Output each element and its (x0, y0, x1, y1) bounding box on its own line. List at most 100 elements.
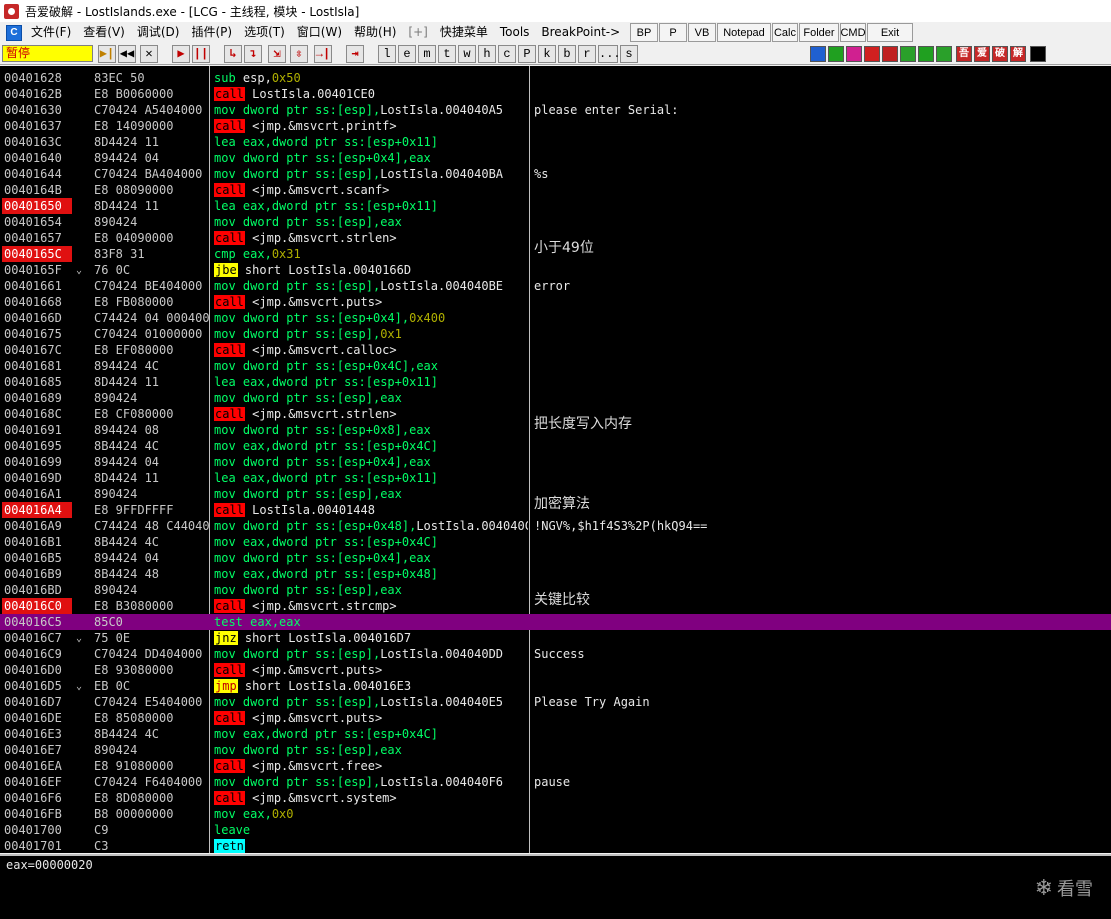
plugin-button-calc[interactable]: Calc (772, 23, 798, 42)
brand-icon-1[interactable]: 爱 (974, 46, 990, 62)
disasm-row[interactable]: 004016E7 890424 mov dword ptr ss:[esp],eax (0, 742, 1111, 758)
plugin-button-p[interactable]: P (659, 23, 687, 42)
step-over-button[interactable]: ↴ (244, 45, 262, 63)
system-menu-icon[interactable]: C (6, 24, 22, 41)
disasm-row[interactable]: 0040167C E8 EF080000 call <jmp.&msvcrt.cal… (0, 342, 1111, 358)
disasm-row[interactable]: 0040165F ⌄ 76 0C jbe short LostIsla.0040166… (0, 262, 1111, 278)
menu-item-5[interactable]: 窗口(W) (294, 22, 351, 43)
hex-icon[interactable] (900, 46, 916, 62)
menu-icon[interactable] (936, 46, 952, 62)
window-button-h[interactable]: h (478, 45, 496, 63)
disasm-row[interactable]: 004016C5 85C0 test eax,eax (0, 614, 1111, 630)
record-icon[interactable] (864, 46, 880, 62)
window-button-l[interactable]: l (378, 45, 396, 63)
trace-into-button[interactable]: ⇲ (268, 45, 286, 63)
disasm-row[interactable]: 00401644 C70424 BA404000 mov dword ptr ss:… (0, 166, 1111, 182)
disasm-row[interactable]: 0040163C 8D4424 11 lea eax,dword ptr ss:[e… (0, 134, 1111, 150)
run-button[interactable]: ▶ (172, 45, 190, 63)
pause-button[interactable]: || (192, 45, 210, 63)
execute-till-return-button[interactable]: →| (314, 45, 332, 63)
disasm-row[interactable]: 00401628 83EC 50 sub esp,0x50 (0, 70, 1111, 86)
plugin-button-exit[interactable]: Exit (867, 23, 913, 42)
brand-icon-0[interactable]: 吾 (956, 46, 972, 62)
window-button-c[interactable]: c (498, 45, 516, 63)
disasm-row[interactable]: 00401699 894424 04 mov dword ptr ss:[esp+0… (0, 454, 1111, 470)
disasm-row[interactable]: 00401685 8D4424 11 lea eax,dword ptr ss:[e… (0, 374, 1111, 390)
menu-item-8[interactable]: 快捷菜单 (437, 22, 497, 43)
close-button[interactable]: ✕ (140, 45, 158, 63)
disasm-row[interactable]: 0040169D 8D4424 11 lea eax,dword ptr ss:[e… (0, 470, 1111, 486)
disasm-row[interactable]: 0040162B E8 B0060000 call LostIsla.00401CE… (0, 86, 1111, 102)
disassembly-pane[interactable]: 00401628 83EC 50 sub esp,0x50 0040162B E8 B0… (0, 66, 1111, 853)
disasm-row[interactable]: 004016DE E8 85080000 call <jmp.&msvcrt.put… (0, 710, 1111, 726)
window-button-dots[interactable]: ... (598, 45, 621, 63)
disasm-row[interactable]: 004016D0 E8 93080000 call <jmp.&msvcrt.put… (0, 662, 1111, 678)
plugin-button-bp[interactable]: BP (630, 23, 658, 42)
plugin-button-vb[interactable]: VB (688, 23, 716, 42)
menu-item-1[interactable]: 查看(V) (80, 22, 134, 43)
black-box-icon[interactable] (1030, 46, 1046, 62)
disasm-row[interactable]: 00401654 890424 mov dword ptr ss:[esp],eax (0, 214, 1111, 230)
menu-item-10[interactable]: BreakPoint-> (538, 22, 629, 43)
target-icon[interactable] (882, 46, 898, 62)
step-into-button[interactable]: ↳ (224, 45, 242, 63)
menu-item-2[interactable]: 调试(D) (134, 22, 189, 43)
window-button-r[interactable]: r (578, 45, 596, 63)
disasm-row[interactable]: 004016FB B8 00000000 mov eax,0x0 (0, 806, 1111, 822)
disasm-row[interactable]: 004016C0 E8 B3080000 call <jmp.&msvcrt.str… (0, 592, 1111, 614)
plugin-button-notepad[interactable]: Notepad (717, 23, 771, 42)
window-button-e[interactable]: e (398, 45, 416, 63)
window-button-m[interactable]: m (418, 45, 436, 63)
disasm-row[interactable]: 00401701 C3 retn (0, 838, 1111, 853)
disasm-row[interactable]: 004016C7 ⌄ 75 0E jnz short LostIsla.004016D… (0, 630, 1111, 646)
play-icon[interactable] (918, 46, 934, 62)
disasm-row[interactable]: 00401640 894424 04 mov dword ptr ss:[esp+0… (0, 150, 1111, 166)
disasm-row[interactable]: 00401695 8B4424 4C mov eax,dword ptr ss:[e… (0, 438, 1111, 454)
window-button-w[interactable]: w (458, 45, 476, 63)
disasm-row[interactable]: 004016B9 8B4424 48 mov eax,dword ptr ss:[e… (0, 566, 1111, 582)
disasm-row[interactable]: 004016A9 C74424 48 C4404000 mov dword ptr … (0, 518, 1111, 534)
disasm-row[interactable]: 004016EA E8 91080000 call <jmp.&msvcrt.fre… (0, 758, 1111, 774)
menu-item-7[interactable]: [+] (405, 22, 436, 43)
brand-icon-2[interactable]: 破 (992, 46, 1008, 62)
menu-item-6[interactable]: 帮助(H) (351, 22, 405, 43)
disasm-row[interactable]: 00401637 E8 14090000 call <jmp.&msvcrt.pri… (0, 118, 1111, 134)
plugin-button-folder[interactable]: Folder (799, 23, 839, 42)
goto-button[interactable]: ⇥ (346, 45, 364, 63)
font-icon[interactable] (846, 46, 862, 62)
disasm-row[interactable]: 004016D5 ⌄ EB 0C jmp short LostIsla.004016E… (0, 678, 1111, 694)
restart-button[interactable]: ◀◀ (118, 45, 136, 63)
pause-icon[interactable] (828, 46, 844, 62)
menu-item-9[interactable]: Tools (497, 22, 539, 43)
refresh-icon[interactable] (810, 46, 826, 62)
disasm-row[interactable]: 004016D7 C70424 E5404000 mov dword ptr ss:… (0, 694, 1111, 710)
window-button-b[interactable]: b (558, 45, 576, 63)
disasm-row[interactable]: 00401700 C9 leave (0, 822, 1111, 838)
window-button-s[interactable]: s (620, 45, 638, 63)
plugin-button-cmd[interactable]: CMD (840, 23, 866, 42)
menu-item-3[interactable]: 插件(P) (188, 22, 241, 43)
open-button[interactable]: ▶| (98, 45, 116, 63)
brand-icon-3[interactable]: 解 (1010, 46, 1026, 62)
disasm-row[interactable]: 00401661 C70424 BE404000 mov dword ptr ss:… (0, 278, 1111, 294)
disasm-row[interactable]: 004016B5 894424 04 mov dword ptr ss:[esp+0… (0, 550, 1111, 566)
disasm-row[interactable]: 004016B1 8B4424 4C mov eax,dword ptr ss:[e… (0, 534, 1111, 550)
menu-item-0[interactable]: 文件(F) (28, 22, 80, 43)
disasm-row[interactable]: 004016C9 C70424 DD404000 mov dword ptr ss:… (0, 646, 1111, 662)
disasm-row[interactable]: 00401675 C70424 01000000 mov dword ptr ss:… (0, 326, 1111, 342)
disasm-row[interactable]: 00401691 894424 08 mov dword ptr ss:[esp+0… (0, 416, 1111, 438)
window-button-t[interactable]: t (438, 45, 456, 63)
disasm-row[interactable]: 0040166D C74424 04 00040000 mov dword ptr … (0, 310, 1111, 326)
menu-item-4[interactable]: 选项(T) (241, 22, 294, 43)
disasm-row[interactable]: 004016A4 E8 9FFDFFFF call LostIsla.0040144… (0, 496, 1111, 518)
disasm-row[interactable]: 004016EF C70424 F6404000 mov dword ptr ss:… (0, 774, 1111, 790)
disasm-row[interactable]: 00401681 894424 4C mov dword ptr ss:[esp+0… (0, 358, 1111, 374)
disasm-row[interactable]: 00401689 890424 mov dword ptr ss:[esp],eax (0, 390, 1111, 406)
disasm-row[interactable]: 0040164B E8 08090000 call <jmp.&msvcrt.sca… (0, 182, 1111, 198)
disasm-row[interactable]: 004016E3 8B4424 4C mov eax,dword ptr ss:[e… (0, 726, 1111, 742)
disasm-row[interactable]: 0040165C 83F8 31 cmp eax,0x31 小于49位 (0, 240, 1111, 262)
disasm-row[interactable]: 00401650 8D4424 11 lea eax,dword ptr ss:[e… (0, 198, 1111, 214)
disasm-row[interactable]: 00401668 E8 FB080000 call <jmp.&msvcrt.put… (0, 294, 1111, 310)
trace-over-button[interactable]: ⇳ (290, 45, 308, 63)
window-button-k[interactable]: k (538, 45, 556, 63)
